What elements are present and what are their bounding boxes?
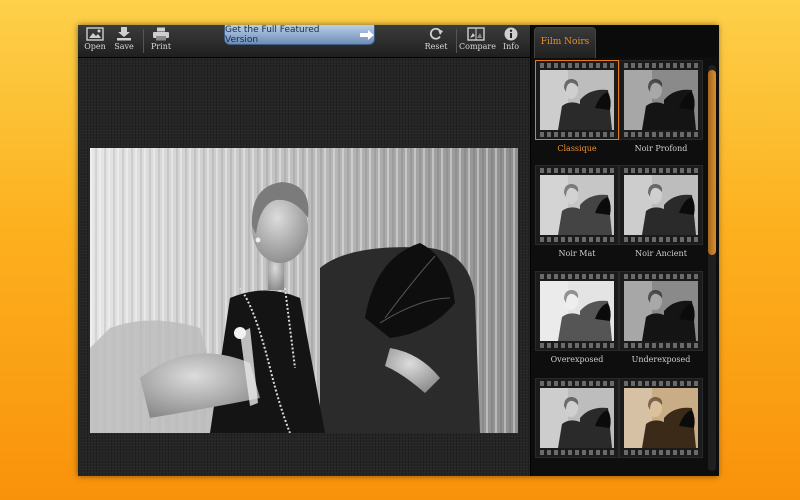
save-download-icon bbox=[117, 27, 131, 41]
presets-sidebar: Film Noirs Classique Noir Profond Noir M… bbox=[530, 25, 719, 476]
preset-label: Classique bbox=[557, 144, 597, 153]
canvas-area bbox=[78, 58, 530, 476]
preset-preview-image bbox=[624, 388, 698, 448]
preset-thumbnail bbox=[619, 378, 703, 458]
get-full-version-button[interactable]: Get the Full Featured Version bbox=[224, 25, 375, 45]
preset-label: Noir Ancient bbox=[635, 249, 687, 258]
info-label: Info bbox=[502, 42, 520, 51]
preset-list: Classique Noir Profond Noir Mat Noir Anc… bbox=[531, 58, 707, 476]
toolbar: Open Save Print Get the Full Featured Ve… bbox=[78, 25, 530, 58]
preset-thumbnail bbox=[535, 378, 619, 458]
print-label: Print bbox=[150, 42, 172, 51]
preset-label: Underexposed bbox=[631, 355, 691, 364]
info-icon bbox=[504, 27, 518, 41]
save-label: Save bbox=[114, 42, 134, 51]
scrollbar-thumb[interactable] bbox=[708, 70, 716, 255]
arrow-right-icon bbox=[360, 29, 374, 40]
save-button[interactable]: Save bbox=[107, 27, 141, 57]
preset-noir-ancient[interactable]: Noir Ancient bbox=[619, 165, 703, 259]
preset-underexposed[interactable]: Underexposed bbox=[619, 271, 703, 365]
preset-noir-mat[interactable]: Noir Mat bbox=[535, 165, 619, 259]
reset-button[interactable]: Reset bbox=[419, 27, 453, 57]
compare-button[interactable]: Compare bbox=[459, 27, 496, 57]
preset-preview-image bbox=[540, 175, 614, 235]
open-image-icon bbox=[86, 27, 104, 41]
preset-preview-image bbox=[624, 175, 698, 235]
tab-film-noirs[interactable]: Film Noirs bbox=[534, 27, 596, 58]
app-window: Open Save Print Get the Full Featured Ve… bbox=[78, 25, 719, 476]
preset-label bbox=[535, 462, 619, 472]
upgrade-label: Get the Full Featured Version bbox=[225, 24, 320, 45]
main-photo[interactable] bbox=[90, 148, 518, 433]
tab-film-noirs-label: Film Noirs bbox=[540, 37, 590, 47]
info-button[interactable]: Info bbox=[494, 27, 528, 57]
reset-label: Reset bbox=[424, 42, 448, 51]
preset-item[interactable] bbox=[619, 378, 703, 472]
preset-label bbox=[619, 462, 703, 472]
compare-label: Compare bbox=[459, 42, 496, 51]
preset-item[interactable] bbox=[535, 378, 619, 472]
preset-preview-image bbox=[624, 70, 698, 130]
preset-thumbnail bbox=[535, 165, 619, 245]
sidebar-header: Film Noirs bbox=[531, 25, 719, 58]
preset-thumbnail bbox=[619, 271, 703, 351]
toolbar-separator bbox=[456, 29, 457, 53]
printer-icon bbox=[153, 27, 169, 41]
preset-thumbnail bbox=[535, 60, 619, 140]
preset-label: Overexposed bbox=[550, 355, 604, 364]
portrait-image bbox=[90, 148, 518, 433]
preset-preview-image bbox=[624, 281, 698, 341]
preset-label: Noir Mat bbox=[558, 249, 596, 258]
preset-thumbnail bbox=[619, 60, 703, 140]
refresh-icon bbox=[429, 27, 443, 40]
preset-thumbnail bbox=[619, 165, 703, 245]
preset-classique[interactable]: Classique bbox=[535, 60, 619, 154]
preset-preview-image bbox=[540, 70, 614, 130]
preset-thumbnail bbox=[535, 271, 619, 351]
preset-label: Noir Profond bbox=[634, 144, 688, 153]
preset-scrollbar[interactable] bbox=[708, 65, 716, 471]
preset-overexposed[interactable]: Overexposed bbox=[535, 271, 619, 365]
preset-noir-profond[interactable]: Noir Profond bbox=[619, 60, 703, 154]
print-button[interactable]: Print bbox=[144, 27, 178, 57]
preset-preview-image bbox=[540, 281, 614, 341]
preset-preview-image bbox=[540, 388, 614, 448]
compare-image-icon bbox=[467, 27, 485, 41]
